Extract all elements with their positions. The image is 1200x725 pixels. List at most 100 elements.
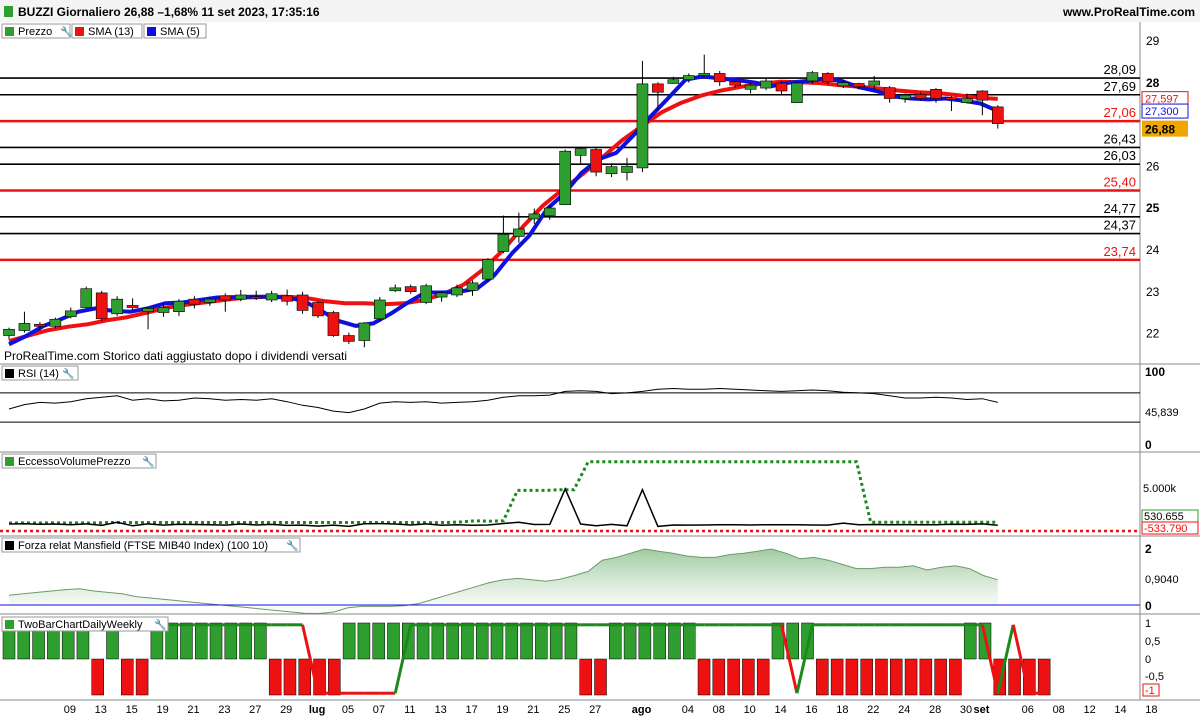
twobar-down-bar <box>135 658 149 696</box>
trading-chart[interactable]: BUZZI Giornaliero 26,88 –1,68% 11 set 20… <box>0 0 1200 720</box>
mansfield-panel[interactable] <box>0 548 1140 614</box>
wrench-icon[interactable]: 🔧 <box>62 367 74 380</box>
twobar-up-bar <box>461 622 474 660</box>
rsi-panel[interactable] <box>0 387 1140 423</box>
twobar-tick-neg05: -0,5 <box>1145 671 1164 683</box>
candle-body <box>451 287 463 296</box>
candle-body <box>806 72 819 82</box>
wrench-icon[interactable]: 🔧 <box>60 25 72 38</box>
twobar-up-bar <box>431 622 445 660</box>
candle-body <box>358 322 371 341</box>
twobar-tick-0: 0 <box>1145 654 1151 666</box>
candle-body <box>729 81 741 86</box>
level-label: 26,43 <box>1103 131 1136 146</box>
twobar-up-bar <box>520 622 533 660</box>
candle-body <box>49 318 62 327</box>
x-tick-label: 29 <box>280 704 292 716</box>
twobar-up-bar <box>609 622 622 660</box>
twobar-up-bar <box>475 622 489 660</box>
twobar-legend[interactable]: TwoBarChartDailyWeekly 🔧 <box>1 616 169 632</box>
candle-body <box>852 83 865 88</box>
twobar-down-bar <box>816 658 829 696</box>
x-tick-label: 16 <box>805 704 817 716</box>
wrench-icon[interactable]: 🔧 <box>286 539 298 552</box>
x-tick-label: 05 <box>342 704 354 716</box>
candle-body <box>126 305 139 308</box>
volume-legend-swatch <box>5 457 14 466</box>
twobar-legend-swatch <box>5 620 14 629</box>
twobar-down-bar <box>283 658 297 696</box>
x-tick-label: 17 <box>465 704 477 716</box>
twobar-panel[interactable] <box>2 622 1051 696</box>
level-label: 25,40 <box>1103 174 1136 189</box>
candle-body <box>173 300 185 312</box>
x-tick-label: 10 <box>744 704 756 716</box>
x-tick-label: 07 <box>373 704 385 716</box>
twobar-up-bar <box>209 622 223 660</box>
candle-body <box>837 82 850 87</box>
volume-panel[interactable] <box>0 460 1140 533</box>
twobar-down-bar <box>1037 658 1051 696</box>
x-tick-label: 13 <box>95 704 107 716</box>
twobar-down-bar <box>91 658 104 696</box>
volume-legend[interactable]: EccessoVolumePrezzo 🔧 <box>1 453 157 469</box>
twobar-down-bar <box>830 658 844 696</box>
candle-body <box>420 285 432 303</box>
candle-body <box>791 82 803 104</box>
candle-body <box>713 73 726 83</box>
volume-green-label: 530.655 <box>1144 511 1184 523</box>
twobar-down-bar <box>890 658 903 696</box>
candle-body <box>883 87 896 99</box>
candle-body <box>327 312 340 336</box>
twobar-legend-label: TwoBarChartDailyWeekly <box>18 619 143 631</box>
twobar-up-bar <box>490 622 504 660</box>
price-legend[interactable]: Prezzo 🔧 SMA (13) SMA (5) <box>1 23 207 39</box>
wrench-icon[interactable]: 🔧 <box>142 455 154 468</box>
twobar-up-bar <box>342 622 356 660</box>
twobar-up-bar <box>372 622 385 660</box>
rsi-line <box>8 387 998 414</box>
twobar-down-bar <box>298 658 312 696</box>
level-label: 28,09 <box>1103 62 1136 77</box>
candle-body <box>682 75 695 81</box>
mansfield-tick-0: 0 <box>1145 599 1152 613</box>
twobar-up-bar <box>653 622 666 660</box>
rsi-tick-0: 0 <box>1145 438 1152 452</box>
candle-body <box>404 286 417 292</box>
x-tick-label: 27 <box>249 704 261 716</box>
twobar-up-bar <box>963 622 977 660</box>
candle-body <box>961 98 973 103</box>
twobar-up-bar <box>623 622 637 660</box>
rsi-legend[interactable]: RSI (14) 🔧 <box>1 365 79 381</box>
candle-body <box>482 259 494 280</box>
last-price-label: 26,88 <box>1145 123 1175 137</box>
mansfield-tick-2: 2 <box>1145 542 1152 556</box>
volume-tick-5000k: 5.000k <box>1143 483 1177 495</box>
legend-sma5-swatch <box>147 27 156 36</box>
x-tick-label: 24 <box>898 704 910 716</box>
mansfield-legend[interactable]: Forza relat Mansfield (FTSE MIB40 Index)… <box>1 537 301 553</box>
twobar-down-bar <box>579 658 592 696</box>
candle-body <box>621 165 633 173</box>
price-tick-label: 29 <box>1146 34 1160 48</box>
twobar-up-bar <box>638 622 652 660</box>
x-axis: 09 13 15 19 21 23 27 29 lug 05 07 11 13 17 19 21 25 27 ago… <box>64 704 1158 716</box>
candle-body <box>466 282 479 291</box>
candle-body <box>497 234 510 252</box>
price-panel[interactable]: 29 28 26 25 24 23 22 28,09 27,69 27,06 26,43 26,03 2… <box>0 34 1189 348</box>
candle-body <box>95 292 108 320</box>
candle-body <box>930 89 942 99</box>
x-tick-label: 04 <box>682 704 694 716</box>
twobar-up-bar <box>549 622 563 660</box>
sma-badge-label: 27,300 <box>1145 106 1179 118</box>
mansfield-legend-label: Forza relat Mansfield (FTSE MIB40 Index)… <box>18 540 268 552</box>
chart-title: BUZZI Giornaliero 26,88 –1,68% 11 set 20… <box>18 5 320 19</box>
level-label: 27,69 <box>1103 79 1136 94</box>
candle-body <box>775 82 788 92</box>
candle-body <box>744 84 757 90</box>
wrench-icon[interactable]: 🔧 <box>154 618 166 631</box>
x-tick-label: 30 <box>960 704 972 716</box>
brand-link[interactable]: www.ProRealTime.com <box>1062 5 1195 19</box>
candle-body <box>574 148 587 156</box>
candle-body <box>157 307 170 313</box>
